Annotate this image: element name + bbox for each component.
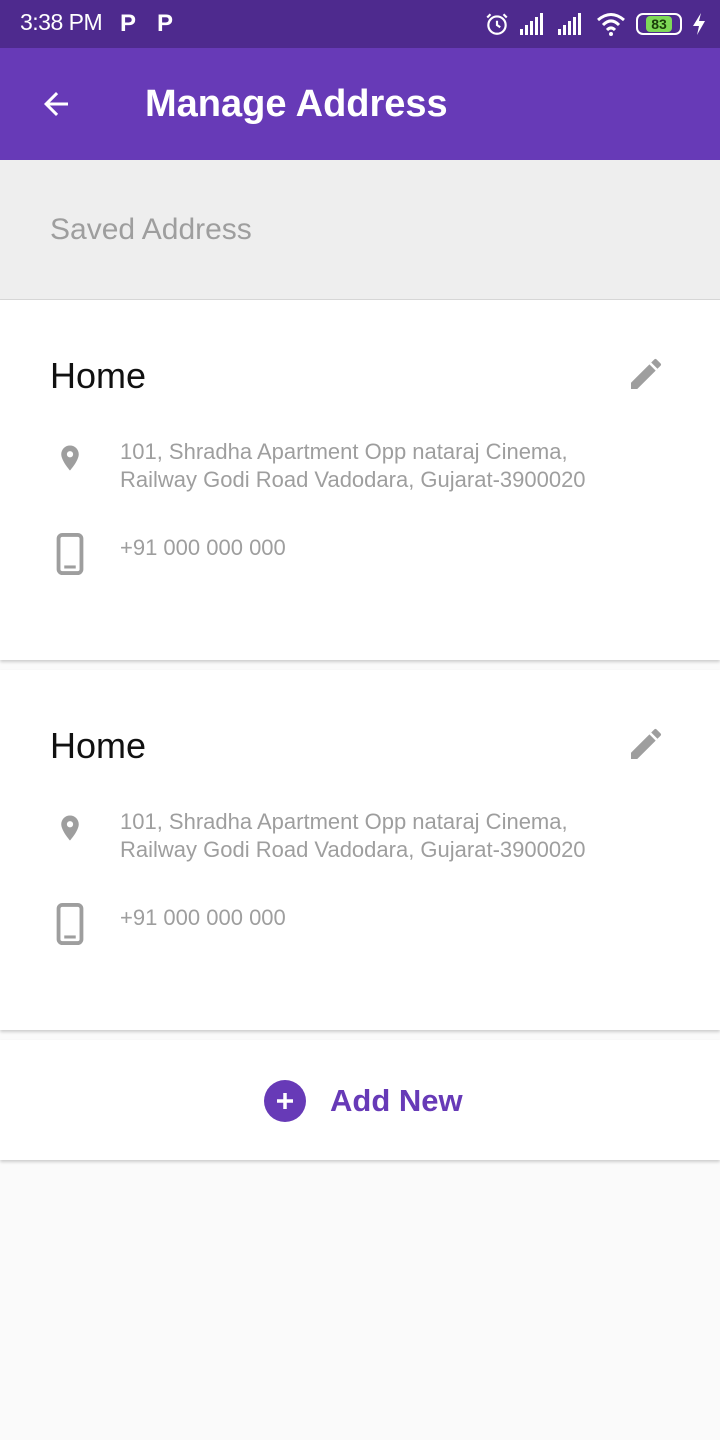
edit-address-button[interactable] xyxy=(620,348,672,400)
location-pin-icon xyxy=(50,806,90,850)
wifi-icon xyxy=(597,13,625,36)
edit-address-button[interactable] xyxy=(620,718,672,770)
battery-icon: 83 xyxy=(636,13,682,35)
pencil-icon xyxy=(631,728,662,759)
location-pin-icon xyxy=(50,436,90,480)
arrow-back-icon xyxy=(44,92,68,116)
signal-icon xyxy=(520,13,543,35)
add-new-label: Add New xyxy=(330,1083,463,1118)
address-card: Home 101, Shradha Apartment Opp nataraj … xyxy=(0,670,720,1030)
address-text: 101, Shradha Apartment Opp nataraj Cinem… xyxy=(120,438,586,494)
signal-icon xyxy=(558,13,581,35)
alarm-icon xyxy=(486,13,508,35)
battery-level: 83 xyxy=(646,16,672,32)
address-name: Home xyxy=(50,725,147,766)
app-bar: Manage Address xyxy=(0,48,720,160)
phone-number: +91 000 000 000 xyxy=(120,905,286,930)
pencil-icon xyxy=(631,358,662,389)
section-header: Saved Address xyxy=(0,160,720,300)
address-line-2: Railway Godi Road Vadodara, Gujarat-3900… xyxy=(120,837,586,862)
charging-icon xyxy=(693,13,705,35)
address-line-2: Railway Godi Road Vadodara, Gujarat-3900… xyxy=(120,467,586,492)
back-button[interactable] xyxy=(30,78,82,130)
address-name: Home xyxy=(50,355,147,396)
notification-p-icon: P xyxy=(157,10,174,37)
address-line-1: 101, Shradha Apartment Opp nataraj Cinem… xyxy=(120,809,568,834)
address-text: 101, Shradha Apartment Opp nataraj Cinem… xyxy=(120,808,586,864)
page-title: Manage Address xyxy=(145,83,448,125)
notification-p-icon: P xyxy=(120,10,137,37)
status-time: 3:38 PM xyxy=(20,9,103,35)
add-new-panel: Add New xyxy=(0,1040,720,1160)
address-line-1: 101, Shradha Apartment Opp nataraj Cinem… xyxy=(120,439,568,464)
phone-icon xyxy=(50,902,90,946)
section-title: Saved Address xyxy=(50,213,252,246)
status-icons: 83 xyxy=(484,10,706,38)
status-bar: 3:38 PM P P 83 xyxy=(0,0,720,48)
phone-number: +91 000 000 000 xyxy=(120,535,286,560)
add-circle-icon xyxy=(264,1080,306,1122)
address-card: Home 101, Shradha Apartment Opp nataraj … xyxy=(0,300,720,660)
phone-icon xyxy=(50,532,90,576)
add-new-button[interactable]: Add New xyxy=(264,1080,463,1122)
